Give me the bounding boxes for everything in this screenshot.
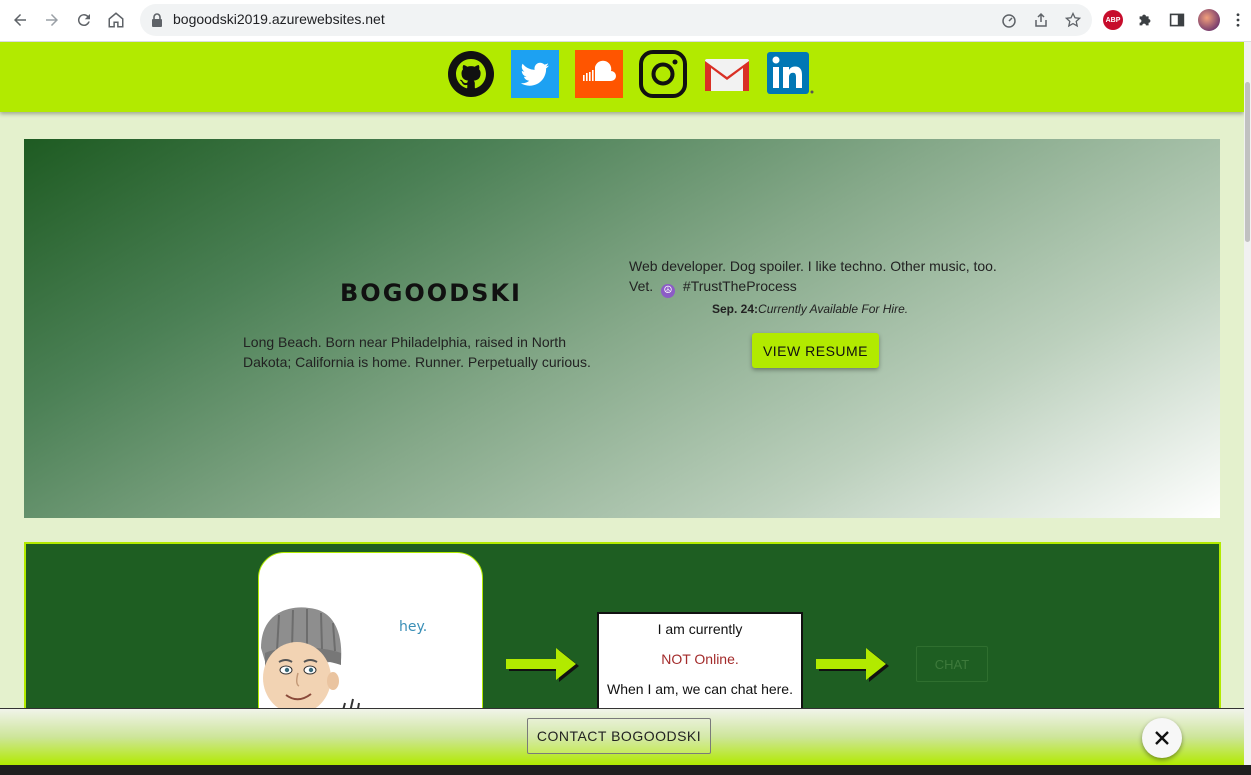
forward-icon[interactable] [38, 6, 66, 34]
twitter-icon[interactable] [511, 50, 559, 98]
social-links-bar [0, 42, 1244, 112]
lock-icon[interactable] [151, 13, 163, 27]
tagline-text: Web developer. Dog spoiler. I like techn… [629, 256, 1019, 298]
bio-text: Long Beach. Born near Philadelphia, rais… [243, 334, 591, 370]
chat-button[interactable]: CHAT [916, 646, 988, 682]
window-bottom-edge [0, 765, 1251, 775]
contact-button[interactable]: CONTACT BOGOODSKI [527, 718, 711, 754]
status-line-1: I am currently [657, 621, 743, 637]
bookmark-star-icon[interactable] [1065, 12, 1081, 28]
reload-icon[interactable] [70, 6, 98, 34]
arrow-right-icon [506, 648, 579, 682]
status-date: Sep. 24: [712, 302, 759, 316]
arrow-right-icon [816, 648, 889, 682]
close-icon[interactable] [1142, 718, 1182, 758]
scrollbar-thumb[interactable] [1245, 82, 1250, 242]
view-resume-button[interactable]: VIEW RESUME [752, 333, 879, 368]
status-text: Currently Available For Hire. [758, 302, 909, 316]
offline-status: NOT Online. [661, 651, 739, 667]
instagram-icon[interactable] [639, 50, 687, 98]
gmail-icon[interactable] [703, 50, 751, 98]
share-icon[interactable] [1033, 12, 1049, 28]
side-panel-icon[interactable] [1166, 9, 1188, 31]
home-icon[interactable] [102, 6, 130, 34]
performance-icon[interactable] [1001, 12, 1017, 28]
hashtag: #TrustTheProcess [682, 278, 797, 294]
hero-section: BOGOODSKI Long Beach. Born near Philadel… [24, 139, 1220, 518]
page-viewport: BOGOODSKI Long Beach. Born near Philadel… [0, 42, 1244, 765]
address-bar[interactable]: bogoodski2019.azurewebsites.net [140, 4, 1092, 36]
browser-toolbar: bogoodski2019.azurewebsites.net ABP [0, 0, 1251, 42]
site-brand-title: BOGOODSKI [340, 279, 522, 307]
adblock-plus-label: ABP [1103, 10, 1123, 30]
availability-status: Sep. 24:Currently Available For Hire. [712, 302, 908, 316]
online-status-box: I am currently NOT Online. When I am, we… [597, 612, 803, 722]
back-icon[interactable] [6, 6, 34, 34]
github-icon[interactable] [447, 50, 495, 98]
page-scrollbar[interactable] [1244, 42, 1251, 765]
profile-avatar[interactable] [1198, 9, 1220, 31]
soundcloud-icon[interactable] [575, 50, 623, 98]
avatar [1198, 9, 1220, 31]
bitmoji-greeting: hey. [399, 619, 428, 635]
peace-icon: ☮ [661, 284, 676, 298]
extensions-puzzle-icon[interactable] [1134, 9, 1156, 31]
linkedin-icon[interactable] [767, 50, 815, 98]
status-line-3: When I am, we can chat here. [607, 681, 793, 697]
url-text: bogoodski2019.azurewebsites.net [173, 11, 385, 27]
contact-footer: CONTACT BOGOODSKI [0, 708, 1244, 765]
menu-kebab-icon[interactable] [1230, 9, 1246, 31]
adblock-plus-icon[interactable]: ABP [1102, 9, 1124, 31]
